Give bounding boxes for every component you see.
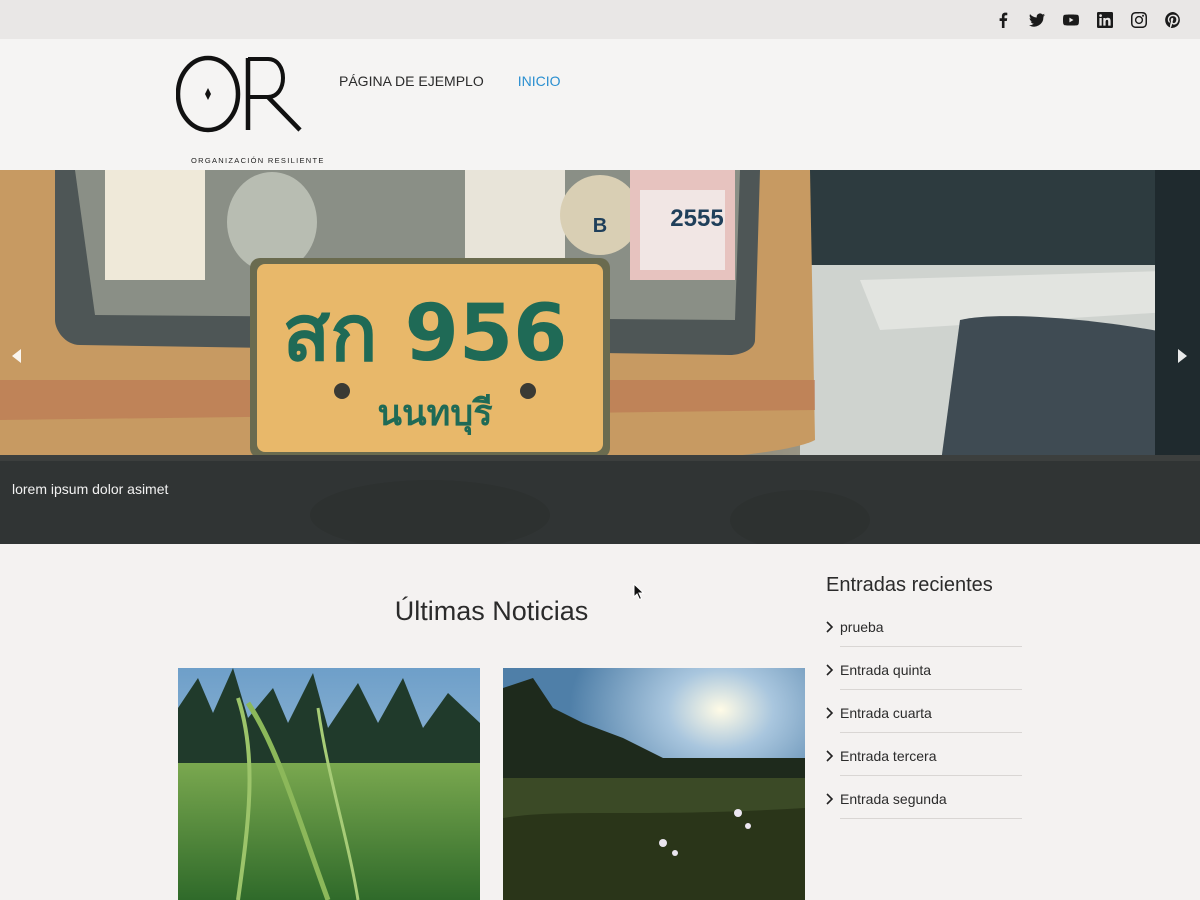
main-nav: PÁGINA DE EJEMPLO INICIO <box>339 73 561 89</box>
plate-text: สก 956 <box>283 289 568 379</box>
news-card-image <box>178 668 480 900</box>
social-links <box>994 11 1182 29</box>
list-item: Entrada quinta <box>826 654 1022 697</box>
slider-caption: lorem ipsum dolor asimet <box>12 481 169 497</box>
divider <box>840 775 1022 776</box>
recent-post-link[interactable]: Entrada segunda <box>840 791 947 807</box>
nav-item-pagina-de-ejemplo[interactable]: PÁGINA DE EJEMPLO <box>339 73 484 89</box>
recent-post-link[interactable]: Entrada cuarta <box>840 705 932 721</box>
social-bar <box>0 0 1200 39</box>
slider-next-arrow[interactable] <box>1177 348 1189 364</box>
chevron-right-icon <box>826 620 834 633</box>
chevron-right-icon <box>826 706 834 719</box>
recent-posts-list: prueba Entrada quinta Entrada cuarta Ent… <box>826 611 1022 826</box>
logo-mark <box>176 55 302 133</box>
list-item: Entrada cuarta <box>826 697 1022 740</box>
instagram-icon[interactable] <box>1130 11 1148 29</box>
sticker-letter: B <box>593 215 607 237</box>
facebook-icon[interactable] <box>994 11 1012 29</box>
site-header: ORGANIZACIÓN RESILIENTE PÁGINA DE EJEMPL… <box>0 39 1200 170</box>
pinterest-icon[interactable] <box>1164 11 1182 29</box>
mouse-cursor-icon <box>633 583 645 601</box>
recent-post-link[interactable]: Entrada tercera <box>840 748 937 764</box>
recent-posts-widget: Entradas recientes prueba Entrada quinta… <box>826 574 1022 826</box>
slider-prev-arrow[interactable] <box>10 348 22 364</box>
news-card-1[interactable] <box>178 668 480 900</box>
list-item: Entrada segunda <box>826 783 1022 826</box>
list-item: Entrada tercera <box>826 740 1022 783</box>
chevron-left-icon <box>12 349 21 363</box>
hero-slider: B 2555 สก 956 นนทบุรี lorem ipsum dolor … <box>0 170 1200 544</box>
linkedin-icon[interactable] <box>1096 11 1114 29</box>
nav-item-inicio[interactable]: INICIO <box>518 73 561 89</box>
plate-subtext: นนทบุรี <box>377 393 493 436</box>
youtube-icon[interactable] <box>1062 11 1080 29</box>
recent-post-link[interactable]: Entrada quinta <box>840 662 931 678</box>
divider <box>840 818 1022 819</box>
chevron-right-icon <box>826 663 834 676</box>
news-section-title: Últimas Noticias <box>394 596 589 626</box>
divider <box>840 646 1022 647</box>
logo-tagline: ORGANIZACIÓN RESILIENTE <box>191 156 325 165</box>
news-card-image <box>503 668 805 900</box>
recent-posts-title: Entradas recientes <box>826 574 993 596</box>
sticker-number: 2555 <box>670 205 723 232</box>
chevron-right-icon <box>1178 349 1187 363</box>
chevron-right-icon <box>826 749 834 762</box>
slider-caption-bar: lorem ipsum dolor asimet <box>0 461 1200 544</box>
divider <box>840 732 1022 733</box>
list-item: prueba <box>826 611 1022 654</box>
twitter-icon[interactable] <box>1028 11 1046 29</box>
recent-post-link[interactable]: prueba <box>840 619 884 635</box>
news-card-2[interactable] <box>503 668 805 900</box>
site-logo[interactable]: ORGANIZACIÓN RESILIENTE <box>176 49 323 165</box>
divider <box>840 689 1022 690</box>
chevron-right-icon <box>826 792 834 805</box>
